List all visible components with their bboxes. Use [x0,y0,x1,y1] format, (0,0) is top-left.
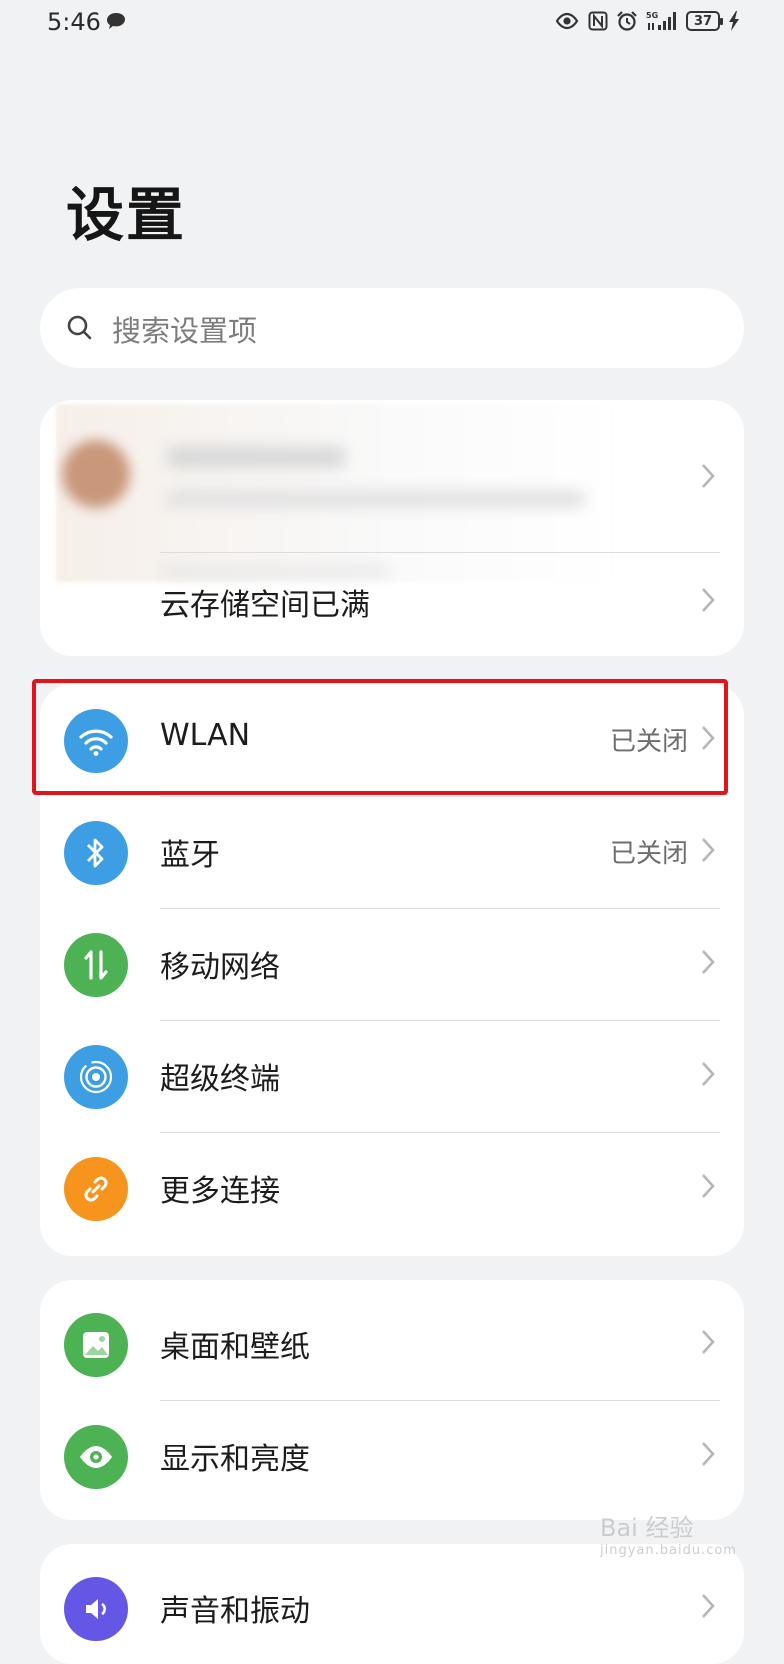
svg-text:5G: 5G [646,11,658,20]
chevron-right-icon [702,588,715,612]
page-title: 设置 [66,181,187,249]
chevron-right-icon [702,1594,715,1618]
baidu-watermark: Bai 经验 jingyan.baidu.com [600,1508,737,1558]
wlan-highlight-box [32,679,728,795]
bluetooth-label: 蓝牙 [160,838,220,873]
status-bar: 5:46 5G 37 [0,0,784,48]
super-device-icon [64,1045,128,1109]
wallpaper-icon [64,1313,128,1377]
alarm-icon [617,11,637,31]
battery-icon: 37 [686,11,723,31]
account-row[interactable] [40,400,744,582]
search-icon [67,315,92,340]
display-card: 桌面和壁纸 显示和亮度 [40,1280,744,1520]
chevron-right-icon [702,950,715,974]
cloud-storage-label: 云存储空间已满 [160,588,370,623]
settings-item-mobile-network[interactable]: 移动网络 [40,908,744,1020]
battery-level: 37 [693,13,713,29]
chevron-right-icon [702,1330,715,1354]
bluetooth-status: 已关闭 [609,839,688,869]
settings-item-more-connections[interactable]: 更多连接 [40,1132,744,1244]
bluetooth-icon [64,821,128,885]
mobile-network-label: 移动网络 [160,950,280,985]
super-device-label: 超级终端 [160,1062,280,1097]
nfc-icon [588,11,608,31]
watermark-sub: jingyan.baidu.com [600,1543,737,1558]
settings-item-display-brightness[interactable]: 显示和亮度 [40,1400,744,1512]
settings-item-wallpaper[interactable]: 桌面和壁纸 [40,1288,744,1400]
chevron-right-icon [702,1442,715,1466]
display-brightness-label: 显示和亮度 [160,1442,310,1477]
settings-item-sound[interactable]: 声音和振动 [40,1552,744,1664]
chat-bubble-icon [107,13,125,29]
settings-item-bluetooth[interactable]: 蓝牙 已关闭 [40,796,744,908]
search-input[interactable]: 搜索设置项 [40,288,744,368]
chevron-right-icon [702,464,715,488]
display-eye-icon [64,1425,128,1489]
sound-label: 声音和振动 [160,1594,310,1629]
account-name-blurred [166,446,346,468]
account-detail-blurred [166,490,586,508]
chevron-right-icon [702,1174,715,1198]
eye-icon [555,12,579,30]
charging-icon [729,11,739,31]
status-icons: 5G 37 [554,10,740,32]
cloud-storage-row[interactable]: 云存储空间已满 [40,552,744,656]
watermark-text: Bai 经验 [600,1514,694,1542]
link-icon [64,1157,128,1221]
search-placeholder: 搜索设置项 [112,314,258,348]
chevron-right-icon [702,1062,715,1086]
storage-blurred [160,566,390,576]
signal-icon: 5G [646,11,676,30]
avatar [62,440,130,508]
status-time: 5:46 [47,8,101,36]
settings-item-super-device[interactable]: 超级终端 [40,1020,744,1132]
sound-icon [64,1577,128,1641]
sound-card: 声音和振动 [40,1544,744,1664]
mobile-data-icon [64,933,128,997]
wallpaper-label: 桌面和壁纸 [160,1330,310,1365]
chevron-right-icon [702,838,715,862]
more-connections-label: 更多连接 [160,1174,280,1209]
account-card: 云存储空间已满 [40,400,744,656]
